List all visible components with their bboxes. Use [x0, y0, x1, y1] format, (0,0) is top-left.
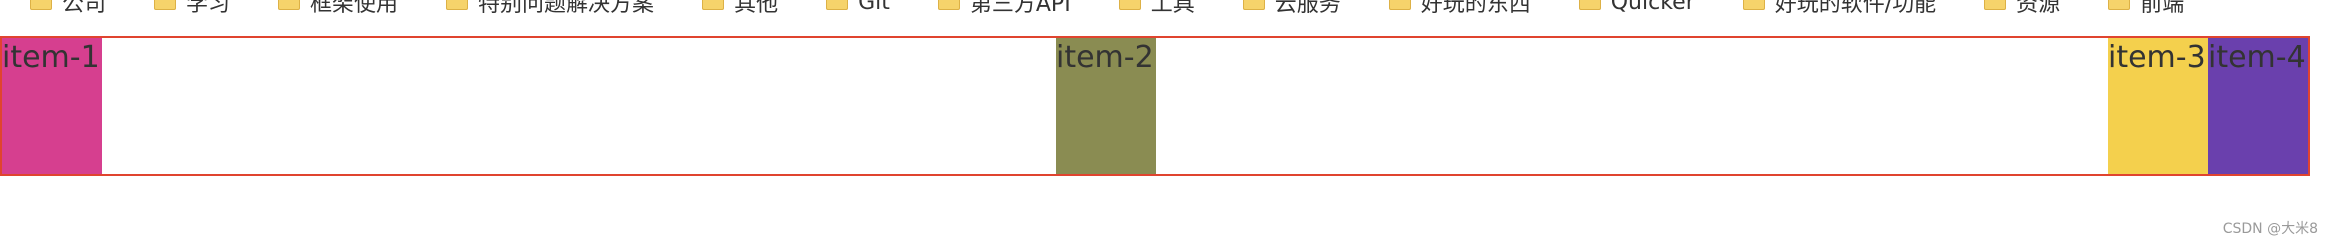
bookmark-folder[interactable]: 学习: [124, 0, 248, 18]
bookmark-label: 资源: [2016, 0, 2061, 17]
bookmark-label: Git: [858, 0, 890, 15]
bookmark-label: Quicker: [1610, 0, 1695, 15]
bookmark-folder[interactable]: 框架使用: [248, 0, 416, 18]
bookmark-folder[interactable]: 好玩的东西: [1359, 0, 1549, 18]
flex-item-label: item-3: [2108, 40, 2206, 75]
bookmark-label: 学习: [186, 0, 231, 17]
flex-item-4: item-4: [2208, 38, 2308, 174]
bookmark-label: 云服务: [1274, 0, 1341, 17]
bookmark-label: 框架使用: [310, 0, 399, 17]
bookmark-label: 特别问题解决方案: [478, 0, 655, 17]
bookmark-folder[interactable]: 云服务: [1213, 0, 1359, 18]
folder-icon: [1984, 0, 2007, 10]
folder-icon: [2108, 0, 2131, 10]
flex-item-label: item-2: [1056, 40, 1154, 75]
folder-icon: [446, 0, 469, 10]
bookmark-folder[interactable]: 第三方API: [908, 0, 1089, 18]
folder-icon: [1118, 0, 1141, 10]
flex-item-label: item-1: [2, 40, 100, 75]
bookmark-folder[interactable]: 资源: [1954, 0, 2078, 18]
folder-icon: [826, 0, 849, 10]
folder-icon: [937, 0, 960, 10]
bookmark-folder[interactable]: Git: [796, 0, 908, 18]
bookmark-folder[interactable]: 特别问题解决方案: [416, 0, 672, 18]
bookmark-label: 好玩的东西: [1420, 0, 1531, 17]
bookmark-label: 其他: [734, 0, 779, 17]
folder-icon: [278, 0, 301, 10]
flex-container: item-1 item-2 item-3 item-4: [0, 36, 2310, 176]
bookmark-label: 公司: [62, 0, 107, 17]
flex-item-1: item-1: [2, 38, 102, 174]
folder-icon: [154, 0, 177, 10]
flex-item-label: item-4: [2208, 40, 2306, 75]
folder-icon: [1578, 0, 1601, 10]
flex-item-2: item-2: [1056, 38, 1156, 174]
folder-icon: [702, 0, 725, 10]
bookmark-label: 工具: [1150, 0, 1195, 17]
folder-icon: [30, 0, 52, 10]
bookmark-folder[interactable]: 其他: [672, 0, 796, 18]
folder-icon: [1742, 0, 1765, 10]
folder-icon: [1242, 0, 1265, 10]
bookmark-folder[interactable]: Quicker: [1549, 0, 1713, 18]
bookmark-folder[interactable]: 公司: [0, 0, 124, 18]
bookmark-folder[interactable]: 好玩的软件/功能: [1713, 0, 1954, 18]
bookmark-folder[interactable]: 前端: [2078, 0, 2202, 18]
bookmark-folder[interactable]: 工具: [1089, 0, 1213, 18]
bookmark-label: 第三方API: [969, 0, 1071, 17]
watermark: CSDN @大米8: [2222, 221, 2318, 237]
bookmarks-bar: 公司 学习 框架使用 特别问题解决方案 其他 Git 第三方API 工具 云服务…: [0, 0, 2330, 18]
bookmark-label: 好玩的软件/功能: [1774, 0, 1937, 17]
bookmark-label: 前端: [2140, 0, 2185, 17]
page: 公司 学习 框架使用 特别问题解决方案 其他 Git 第三方API 工具 云服务…: [0, 0, 2330, 244]
folder-icon: [1388, 0, 1411, 10]
flex-item-3: item-3: [2108, 38, 2208, 174]
